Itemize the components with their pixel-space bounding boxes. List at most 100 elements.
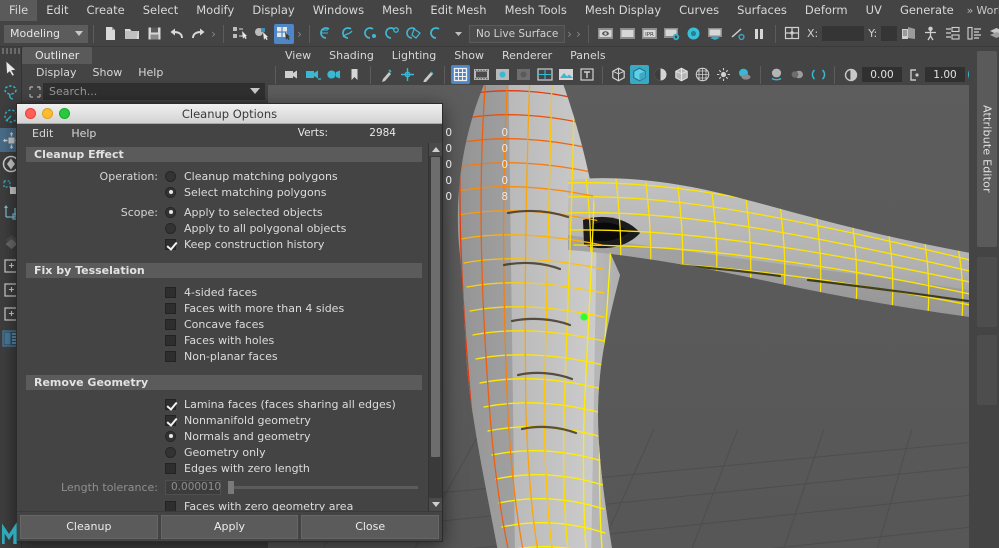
smooth-shade-all-icon[interactable]	[630, 65, 649, 84]
toolbar-collapse-handle[interactable]: ›	[295, 25, 304, 43]
gate-mask-icon[interactable]	[514, 65, 533, 84]
radio-cleanup-matching-polygons[interactable]	[165, 170, 176, 182]
close-dialog-button[interactable]: Close	[301, 514, 440, 539]
option-row-select-matching-polygons[interactable]: Select matching polygons	[17, 184, 428, 200]
film-origin-icon[interactable]	[535, 65, 554, 84]
exposure-value-field[interactable]: 0.00	[862, 67, 902, 82]
viewport-menu-lighting[interactable]: Lighting	[383, 47, 445, 64]
outliner-toggle-icon[interactable]	[898, 24, 918, 44]
option-row-keep-construction-history[interactable]: Keep construction history	[17, 236, 428, 252]
rail-strip-modeling-toolkit[interactable]	[977, 335, 997, 405]
viewport-menu-shading[interactable]: Shading	[320, 47, 383, 64]
tab-outliner[interactable]: Outliner	[22, 47, 93, 64]
undo-icon[interactable]	[166, 24, 186, 44]
xray-text-icon[interactable]	[577, 65, 596, 84]
menu-item-create[interactable]: Create	[78, 0, 134, 21]
checkbox-faces-with-zero-geometry-area[interactable]	[165, 500, 176, 511]
option-row-apply-to-all-polygonal-objects[interactable]: Apply to all polygonal objects	[17, 220, 428, 236]
length-tolerance-field[interactable]: 0.000010	[165, 479, 221, 495]
channel-box-toggle-icon[interactable]	[964, 24, 984, 44]
menu-item-modify[interactable]: Modify	[187, 0, 243, 21]
menu-item-surfaces[interactable]: Surfaces	[728, 0, 796, 21]
checkbox-nonmanifold-geometry[interactable]	[165, 414, 176, 426]
save-scene-icon[interactable]	[144, 24, 164, 44]
snap-to-view-plane-icon[interactable]	[404, 24, 424, 44]
screen-space-ao-icon[interactable]	[767, 65, 786, 84]
wireframe-on-shaded-icon[interactable]	[672, 65, 691, 84]
shadows-toggle-icon[interactable]	[735, 65, 754, 84]
grid-toggle-icon[interactable]	[451, 65, 470, 84]
dialog-menu-edit[interactable]: Edit	[23, 124, 62, 143]
layer-editor-icon[interactable]	[986, 24, 999, 44]
redo-icon[interactable]	[188, 24, 208, 44]
menu-item-mesh-tools[interactable]: Mesh Tools	[496, 0, 576, 21]
rendering-flags-icon[interactable]	[727, 24, 747, 44]
open-scene-icon[interactable]	[122, 24, 142, 44]
attribute-editor-toggle-icon[interactable]	[942, 24, 962, 44]
checkbox-non-planar-faces[interactable]	[165, 350, 176, 362]
option-row-faces-with-zero-geometry-area[interactable]: Faces with zero geometry area	[17, 498, 428, 511]
option-row-4-sided-faces[interactable]: 4-sided faces	[17, 284, 428, 300]
x-coordinate-field[interactable]	[822, 26, 865, 41]
dialog-scrollbar[interactable]	[428, 143, 442, 511]
rail-strip-channel-box[interactable]	[977, 257, 997, 327]
option-row-faces-with-holes[interactable]: Faces with holes	[17, 332, 428, 348]
resolution-gate-icon[interactable]	[493, 65, 512, 84]
apply-button[interactable]: Apply	[160, 514, 299, 539]
render-settings-icon[interactable]	[661, 24, 681, 44]
radio-normals-and-geometry[interactable]	[165, 430, 176, 442]
radio-apply-to-all-polygonal-objects[interactable]	[165, 222, 176, 234]
texture-toggle-icon[interactable]	[693, 65, 712, 84]
viewport-menu-view[interactable]: View	[276, 47, 320, 64]
option-row-lamina-faces[interactable]: Lamina faces (faces sharing all edges)	[17, 396, 428, 412]
scrollbar-thumb[interactable]	[431, 157, 440, 457]
section-header-remove-geometry[interactable]: Remove Geometry	[26, 375, 422, 390]
menu-item-deform[interactable]: Deform	[796, 0, 857, 21]
camera-attributes-icon[interactable]	[324, 65, 343, 84]
lock-camera-icon[interactable]	[303, 65, 322, 84]
y-coordinate-field[interactable]	[881, 26, 898, 41]
ipr-render-icon[interactable]: IPR	[639, 24, 659, 44]
snap-to-point-icon[interactable]	[360, 24, 380, 44]
menu-item-file[interactable]: File	[0, 0, 38, 21]
outliner-menu-help[interactable]: Help	[130, 64, 171, 82]
menu-item-display[interactable]: Display	[243, 0, 303, 21]
toolbar-collapse-handle[interactable]: ›	[565, 25, 574, 43]
select-by-object-icon[interactable]	[252, 24, 272, 44]
multisample-icon[interactable]	[809, 65, 828, 84]
length-tolerance-slider[interactable]	[228, 480, 418, 494]
select-by-component-icon[interactable]	[274, 23, 294, 44]
menu-overflow-icon[interactable]: »	[963, 4, 977, 17]
menu-set-dropdown[interactable]: Modeling	[4, 24, 88, 43]
menu-item-edit-mesh[interactable]: Edit Mesh	[421, 0, 495, 21]
option-row-concave-faces[interactable]: Concave faces	[17, 316, 428, 332]
cleanup-button[interactable]: Cleanup	[20, 514, 158, 539]
filter-icon[interactable]	[27, 84, 43, 100]
film-gate-icon[interactable]	[472, 65, 491, 84]
menu-item-curves[interactable]: Curves	[670, 0, 728, 21]
gamma-adjust-icon[interactable]	[904, 65, 923, 84]
option-row-normals-and-geometry[interactable]: Normals and geometry	[17, 428, 428, 444]
toolbox-drag-handle[interactable]	[1, 48, 20, 54]
checkbox-concave-faces[interactable]	[165, 318, 176, 330]
two-d-pan-zoom-icon[interactable]	[398, 65, 417, 84]
snap-to-projected-center-icon[interactable]	[382, 24, 402, 44]
bookmark-icon[interactable]	[345, 65, 364, 84]
lasso-select-tool-icon[interactable]	[0, 80, 22, 104]
menu-item-uv[interactable]: UV	[857, 0, 891, 21]
exposure-icon[interactable]	[556, 65, 575, 84]
snap-to-curve-icon[interactable]	[338, 24, 358, 44]
option-row-apply-to-selected-objects[interactable]: Scope: Apply to selected objects	[17, 204, 428, 220]
viewport-menu-panels[interactable]: Panels	[561, 47, 614, 64]
scroll-down-icon[interactable]	[429, 498, 442, 511]
option-row-non-planar-faces[interactable]: Non-planar faces	[17, 348, 428, 364]
menu-item-generate[interactable]: Generate	[891, 0, 963, 21]
chevron-down-icon[interactable]	[250, 88, 260, 94]
tab-attribute-editor[interactable]: Attribute Editor	[977, 51, 997, 247]
checkbox-faces-with-more-than-4-sides[interactable]	[165, 302, 176, 314]
render-current-frame-icon[interactable]	[595, 24, 615, 44]
section-header-cleanup-effect[interactable]: Cleanup Effect	[26, 147, 422, 162]
four-view-layout-icon[interactable]	[782, 24, 802, 44]
hypershade-icon[interactable]	[683, 24, 703, 44]
smooth-shade-selected-icon[interactable]	[651, 65, 670, 84]
